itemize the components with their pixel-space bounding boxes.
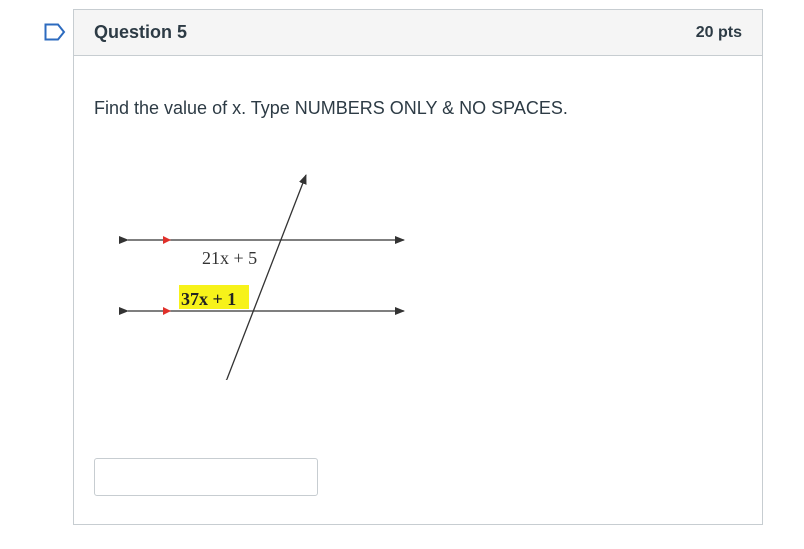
question-points: 20 pts: [695, 23, 742, 41]
upper-parallel-marker: [163, 236, 171, 244]
answer-input[interactable]: [94, 458, 318, 496]
question-header: Question 5 20 pts: [74, 10, 762, 56]
lower-angle-label: 37x + 1: [181, 289, 236, 309]
diagram-figure: 21x + 5 37x + 1: [119, 174, 405, 380]
question-title: Question 5: [94, 22, 188, 42]
question-text: Find the value of x. Type NUMBERS ONLY &…: [94, 98, 568, 118]
question-card: Question 5 20 pts Find the value of x. T…: [73, 9, 763, 525]
transversal-line: [220, 174, 307, 380]
flag-question-icon[interactable]: [44, 23, 66, 41]
question-body: Find the value of x. Type NUMBERS ONLY &…: [74, 56, 762, 496]
flag-outline-icon: [44, 23, 66, 41]
parallel-lines-diagram: 21x + 5 37x + 1: [118, 160, 418, 380]
upper-angle-label: 21x + 5: [202, 248, 257, 268]
lower-parallel-marker: [163, 307, 171, 315]
